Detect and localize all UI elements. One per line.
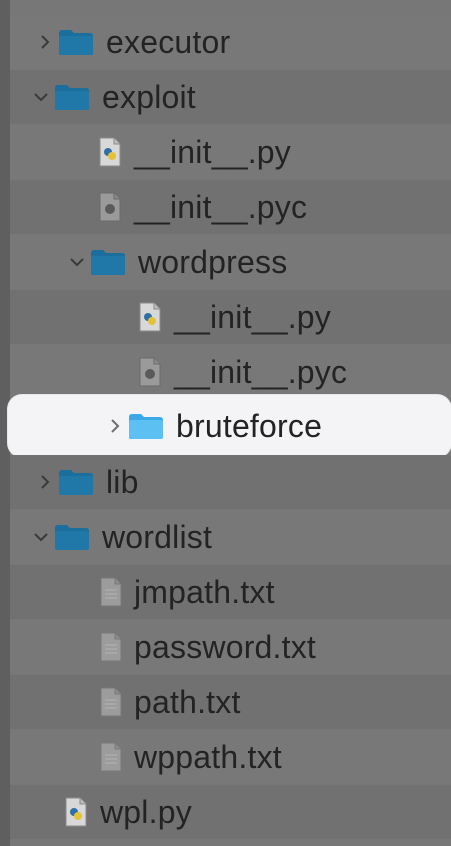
tree-row-label: password.txt (134, 628, 317, 665)
tree-row-label: wpl.py (100, 793, 192, 830)
compiled-python-file-icon (138, 357, 162, 387)
tree-row-label: jmpath.txt (134, 573, 275, 610)
file-tree: executor exploit __init__.py __init__.py… (8, 0, 451, 846)
chevron-right-icon[interactable] (38, 475, 52, 489)
tree-row-label: wordpress (138, 243, 288, 280)
tree-row-label: lib (106, 463, 139, 500)
tree-row-label: __init__.py (174, 298, 331, 335)
text-file-icon (100, 687, 122, 717)
chevron-down-icon[interactable] (34, 90, 48, 104)
chevron-down-icon[interactable] (34, 530, 48, 544)
tree-row-init-py[interactable]: __init__.py (10, 125, 451, 179)
tree-row-wordlist[interactable]: wordlist (10, 510, 451, 564)
tree-row-init-pyc[interactable]: __init__.pyc (10, 180, 451, 234)
chevron-down-icon[interactable] (70, 255, 84, 269)
folder-icon (54, 523, 90, 551)
tree-row-jmpath-txt[interactable]: jmpath.txt (10, 565, 451, 619)
tree-row-wordpress[interactable]: wordpress (10, 235, 451, 289)
tree-row-label: exploit (102, 78, 196, 115)
tree-row-label: wppath.txt (134, 738, 282, 775)
tree-row-exploit[interactable]: exploit (10, 70, 451, 124)
tree-row-path-txt[interactable]: path.txt (10, 675, 451, 729)
tree-row-label: bruteforce (176, 407, 323, 444)
text-file-icon (100, 742, 122, 772)
folder-icon (54, 83, 90, 111)
python-file-icon (64, 797, 88, 827)
tree-row-init-pyc[interactable]: __init__.pyc (10, 345, 451, 399)
tree-row-bruteforce[interactable]: bruteforce (8, 395, 451, 457)
tree-row-password-txt[interactable]: password.txt (10, 620, 451, 674)
tree-row-wpl-py[interactable]: wpl.py (10, 785, 451, 839)
text-file-icon (100, 577, 122, 607)
tree-row-label: __init__.pyc (174, 353, 348, 390)
chevron-right-icon[interactable] (108, 419, 122, 433)
folder-icon (128, 412, 164, 440)
python-file-icon (98, 137, 122, 167)
folder-icon (90, 248, 126, 276)
tree-row-lib[interactable]: lib (10, 455, 451, 509)
tree-row-init-py[interactable]: __init__.py (10, 290, 451, 344)
tree-row-executor[interactable]: executor (10, 15, 451, 69)
compiled-python-file-icon (98, 192, 122, 222)
text-file-icon (100, 632, 122, 662)
python-file-icon (138, 302, 162, 332)
tree-row-label: executor (106, 23, 231, 60)
tree-row-label: wordlist (102, 518, 213, 555)
folder-icon (58, 468, 94, 496)
tree-row-label: path.txt (134, 683, 241, 720)
tree-row-label: __init__.pyc (134, 188, 308, 225)
tree-row-wppath-txt[interactable]: wppath.txt (10, 730, 451, 784)
folder-icon (58, 28, 94, 56)
tree-row-label: __init__.py (134, 133, 291, 170)
chevron-right-icon[interactable] (38, 35, 52, 49)
